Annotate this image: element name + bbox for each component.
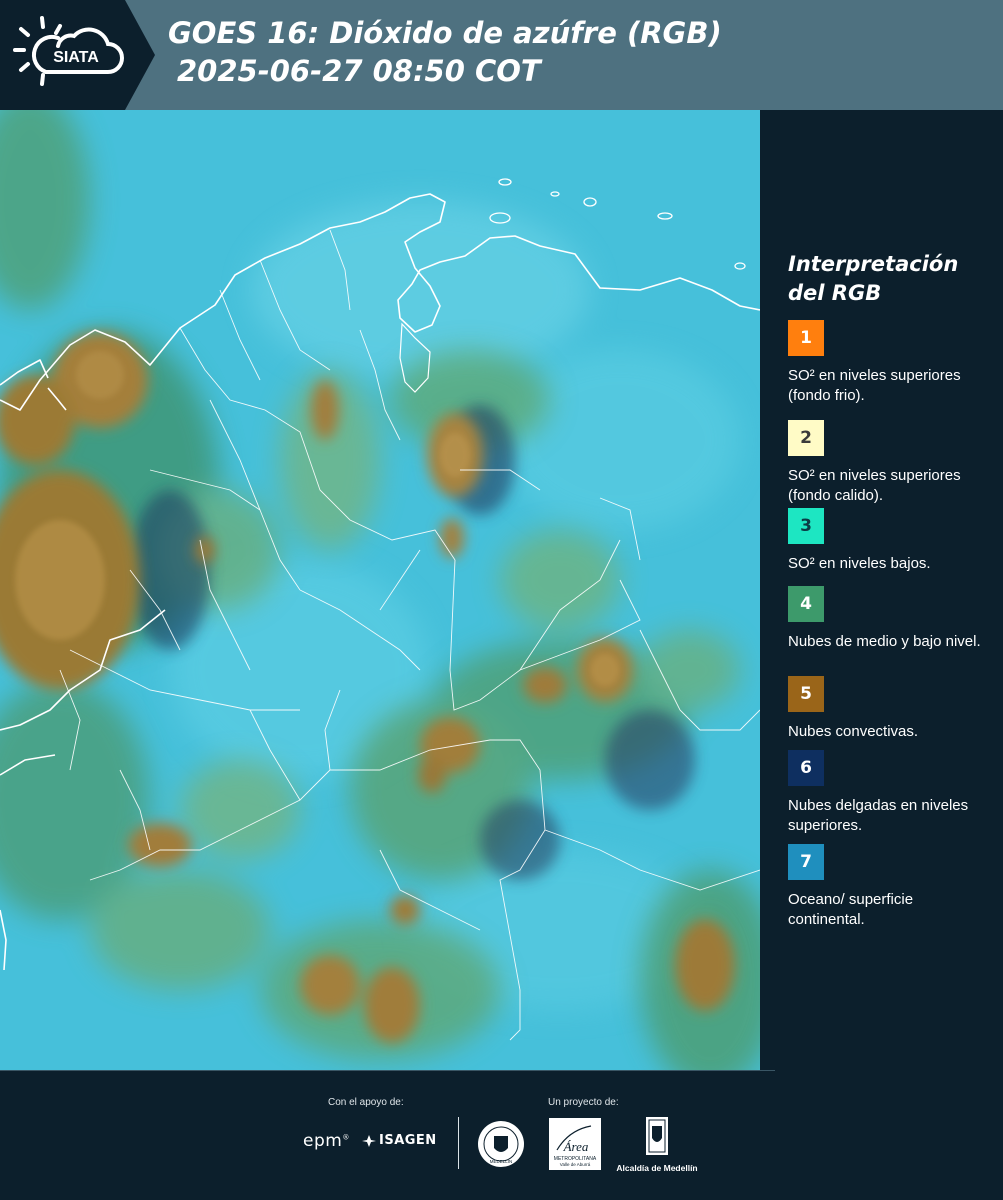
- legend-title-line-2: del RGB: [788, 281, 882, 305]
- coat-of-arms-icon: [646, 1117, 668, 1155]
- epm-logo-text: epm: [303, 1131, 343, 1151]
- legend-text-4: Nubes de medio y bajo nivel.: [788, 633, 981, 650]
- legend-item-7: 7 Oceano/ superficie continental.: [788, 844, 993, 930]
- rgb-legend: Interpretación del RGB 1 SO² en niveles su…: [788, 250, 993, 928]
- legend-swatch-1: 1: [788, 320, 824, 356]
- legend-item-2: 2 SO² en niveles superiores (fondo calido…: [788, 420, 993, 506]
- svg-text:SIATA: SIATA: [53, 49, 99, 66]
- legend-swatch-6: 6: [788, 750, 824, 786]
- project-label: Un proyecto de:: [548, 1097, 619, 1108]
- legend-item-4: 4 Nubes de medio y bajo nivel.: [788, 586, 993, 652]
- legend-text-2: SO² en niveles superiores (fondo calido)…: [788, 467, 961, 504]
- legend-item-1: 1 SO² en niveles superiores (fondo frio).: [788, 320, 993, 406]
- legend-swatch-3: 3: [788, 508, 824, 544]
- alcaldia-medellin-logo[interactable]: Alcaldía de Medellín: [612, 1116, 702, 1173]
- header-bar: SIATA GOES 16: Dióxido de azúfre (RGB) 2…: [0, 0, 1003, 110]
- support-label: Con el apoyo de:: [328, 1097, 404, 1108]
- alcaldia-text: Alcaldía de Medellín: [616, 1163, 698, 1173]
- legend-text-3: SO² en niveles bajos.: [788, 555, 931, 572]
- epm-logo[interactable]: epm®: [303, 1131, 350, 1151]
- legend-item-5: 5 Nubes convectivas.: [788, 676, 993, 742]
- siata-logo[interactable]: SIATA: [0, 0, 155, 110]
- legend-text-5: Nubes convectivas.: [788, 723, 919, 740]
- legend-title-line-1: Interpretación: [788, 252, 959, 276]
- legend-text-6: Nubes delgadas en niveles superiores.: [788, 797, 969, 834]
- isagen-logo[interactable]: ISAGEN: [362, 1133, 437, 1148]
- area-metropolitana-emblem: Área METROPOLITANA Valle de Aburrá: [554, 1125, 597, 1167]
- rgb-satellite-image: [0, 110, 760, 1070]
- legend-swatch-5: 5: [788, 676, 824, 712]
- satellite-map[interactable]: [0, 110, 760, 1070]
- footer: Con el apoyo de: Un proyecto de: epm® IS…: [0, 1070, 1003, 1200]
- legend-item-6: 6 Nubes delgadas en niveles superiores.: [788, 750, 993, 836]
- title-line-1: GOES 16: Dióxido de azúfre (RGB): [168, 16, 722, 50]
- legend-text-7: Oceano/ superficie continental.: [788, 891, 914, 928]
- legend-item-3: 3 SO² en niveles bajos.: [788, 508, 993, 574]
- svg-text:Valle de Aburrá: Valle de Aburrá: [560, 1162, 591, 1167]
- medellin-seal-logo[interactable]: MEDELLÍN: [477, 1118, 525, 1170]
- svg-text:MEDELLÍN: MEDELLÍN: [490, 1158, 513, 1164]
- legend-swatch-7: 7: [788, 844, 824, 880]
- legend-title: Interpretación del RGB: [788, 250, 993, 308]
- sun-cloud-icon: SIATA: [13, 16, 124, 86]
- page-title: GOES 16: Dióxido de azúfre (RGB) 2025-06…: [168, 14, 722, 90]
- legend-swatch-4: 4: [788, 586, 824, 622]
- isagen-emblem-icon: [362, 1134, 376, 1147]
- footer-vertical-divider: [458, 1117, 459, 1169]
- isagen-logo-text: ISAGEN: [379, 1133, 437, 1148]
- svg-text:Área: Área: [563, 1139, 589, 1154]
- legend-swatch-2: 2: [788, 420, 824, 456]
- legend-text-1: SO² en niveles superiores (fondo frio).: [788, 367, 961, 404]
- footer-divider-line: [0, 1070, 775, 1071]
- registered-mark-icon: ®: [342, 1133, 350, 1142]
- title-line-2: 2025-06-27 08:50 COT: [177, 54, 541, 88]
- area-metropolitana-logo[interactable]: Área METROPOLITANA Valle de Aburrá: [549, 1118, 601, 1170]
